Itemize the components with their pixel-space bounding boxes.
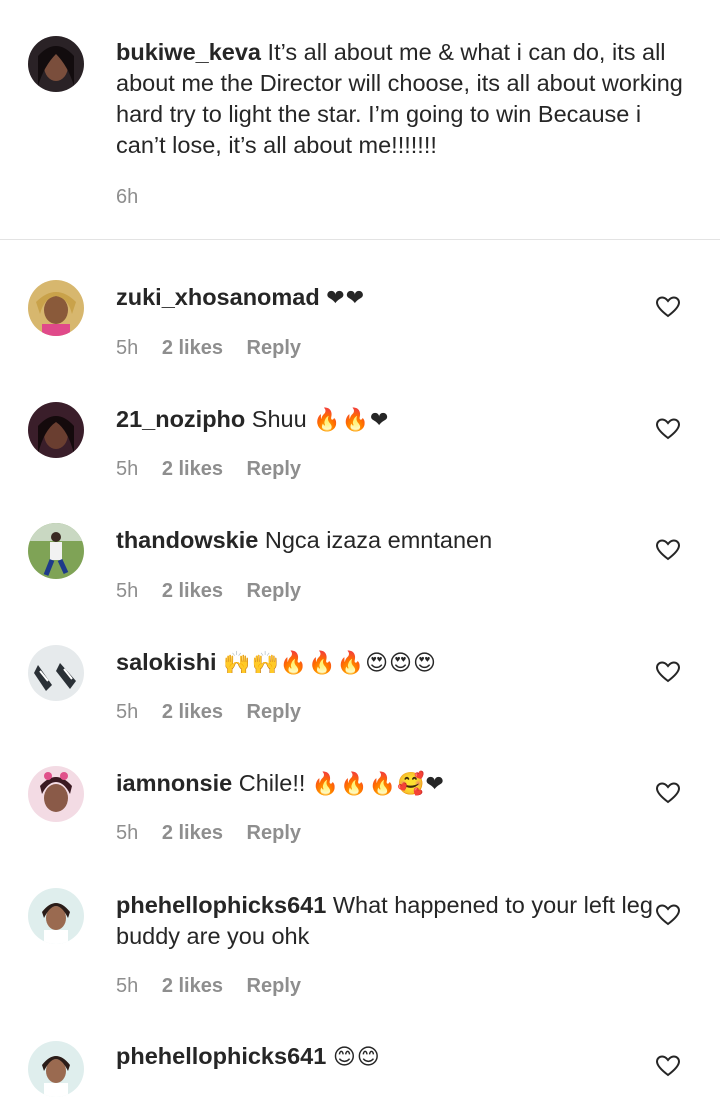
comment-username[interactable]: 21_nozipho [116,406,245,432]
heart-outline-icon[interactable] [656,904,680,926]
comment-text: iamnonsie Chile!! 🔥🔥🔥🥰❤ [116,768,445,800]
comment-time: 5h [116,337,139,359]
heart-outline-icon[interactable] [656,661,680,683]
comment-username[interactable]: zuki_xhosanomad [116,284,320,310]
comment-emoji: 😊😊 [332,1045,381,1070]
reply-button[interactable]: Reply [247,822,301,844]
comment-emoji: 🔥🔥❤ [313,408,390,433]
comment-emoji: ❤❤ [326,286,366,311]
comment-likes[interactable]: 2 likes [162,975,223,997]
comment-body: Ngca izaza emntanen [264,527,493,553]
comment-username[interactable]: thandowskie [116,527,258,553]
comment-emoji: 🙌🙌🔥🔥🔥😍😍😍 [223,651,437,676]
comment-text: zuki_xhosanomad ❤❤ [116,282,365,314]
comment-body: Shuu [251,406,307,432]
reply-button[interactable]: Reply [247,701,301,723]
comment-time: 5h [116,975,139,997]
comment-likes[interactable]: 2 likes [162,580,223,602]
comment-meta: 5h 2 likes Reply [116,822,319,845]
post-caption: bukiwe_keva It’s all about me & what i c… [0,0,720,240]
reply-button[interactable]: Reply [247,458,301,480]
comment-username[interactable]: salokishi [116,649,217,675]
comment-text: salokishi 🙌🙌🔥🔥🔥😍😍😍 [116,647,437,679]
heart-outline-icon[interactable] [656,418,680,440]
heart-outline-icon[interactable] [656,782,680,804]
comment-likes[interactable]: 2 likes [162,701,223,723]
reply-button[interactable]: Reply [247,337,301,359]
comment-text: thandowskie Ngca izaza emntanen [116,525,492,556]
avatar[interactable] [28,523,84,579]
comment-time: 5h [116,822,139,844]
comment-body: Chile!! [238,770,306,796]
comment-text: phehellophicks641 What happened to your … [116,890,656,952]
comment-username[interactable]: phehellophicks641 [116,892,326,918]
comment-likes[interactable]: 2 likes [162,458,223,480]
comment-username[interactable]: iamnonsie [116,770,232,796]
comment-likes[interactable]: 2 likes [162,822,223,844]
caption-text: bukiwe_keva It’s all about me & what i c… [116,37,696,161]
avatar[interactable] [28,36,84,92]
comment-text: 21_nozipho Shuu 🔥🔥❤ [116,404,389,436]
comment-likes[interactable]: 2 likes [162,337,223,359]
comment-emoji: 🔥🔥🔥🥰❤ [311,772,445,797]
comment-meta: 5h 2 likes Reply [116,701,319,724]
comment-time: 5h [116,701,139,723]
avatar[interactable] [28,645,84,701]
comment-time: 5h [116,580,139,602]
avatar[interactable] [28,888,84,944]
avatar[interactable] [28,280,84,336]
heart-outline-icon[interactable] [656,1055,680,1077]
avatar[interactable] [28,1041,84,1097]
caption-time: 6h [116,186,139,208]
comment-meta: 5h 2 likes Reply [116,580,319,603]
heart-outline-icon[interactable] [656,539,680,561]
comment-meta: 5h 2 likes Reply [116,458,319,481]
reply-button[interactable]: Reply [247,580,301,602]
reply-button[interactable]: Reply [247,975,301,997]
avatar[interactable] [28,766,84,822]
comment-username[interactable]: phehellophicks641 [116,1043,326,1069]
comment-meta: 5h 2 likes Reply [116,337,319,360]
comment-meta: 5h 2 likes Reply [116,975,319,998]
comment-time: 5h [116,458,139,480]
caption-meta: 6h [116,186,156,209]
avatar[interactable] [28,402,84,458]
heart-outline-icon[interactable] [656,296,680,318]
comment-text: phehellophicks641 😊😊 [116,1041,381,1073]
caption-username[interactable]: bukiwe_keva [116,39,261,65]
